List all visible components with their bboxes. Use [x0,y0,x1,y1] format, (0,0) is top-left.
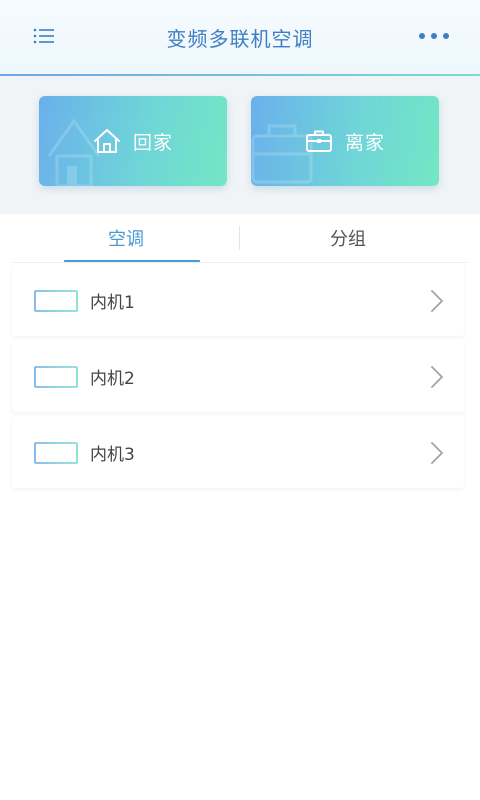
tab-bar-divider [12,262,468,263]
more-button[interactable] [416,22,452,50]
away-mode-label: 离家 [344,131,385,154]
mode-area: 回家 离家 [0,76,480,214]
indoor-unit-list: 内机1 内机2 内机3 [12,264,464,492]
unit-name: 内机2 [90,368,135,389]
more-dots-icon [419,33,449,39]
ac-unit-icon [34,442,78,464]
tab-air-conditioners[interactable]: 空调 [12,214,240,262]
ac-unit-icon [34,366,78,388]
tab-groups[interactable]: 分组 [240,214,456,262]
away-mode-button[interactable]: 离家 [251,96,439,186]
page-title: 变频多联机空调 [166,26,314,51]
list-item[interactable]: 内机1 [12,264,464,336]
house-icon [93,129,120,153]
chevron-right-icon [431,290,443,312]
list-item[interactable]: 内机3 [12,416,464,488]
app-screen: 变频多联机空调 回家 离家 空调 分组 内机1 内机2 内机3 [0,0,480,800]
unit-name: 内机3 [90,444,135,465]
chevron-right-icon [431,442,443,464]
away-mode-content: 离家 [305,128,385,155]
top-bar: 变频多联机空调 [0,0,480,76]
ac-unit-icon [34,290,78,312]
briefcase-icon [305,130,332,152]
home-mode-content: 回家 [93,128,173,155]
home-mode-label: 回家 [132,131,173,154]
list-item[interactable]: 内机2 [12,340,464,412]
unit-name: 内机1 [90,292,135,313]
tab-bar: 空调 分组 [0,214,480,264]
home-mode-button[interactable]: 回家 [39,96,227,186]
chevron-right-icon [431,366,443,388]
